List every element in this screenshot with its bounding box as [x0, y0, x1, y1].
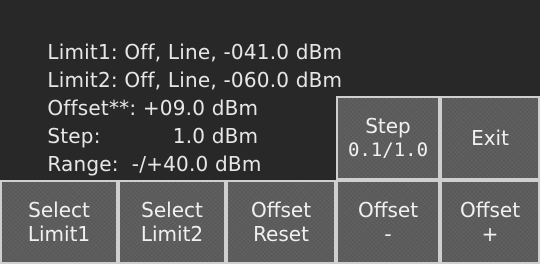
offset-minus-line2: -	[384, 222, 392, 246]
offset-minus-line1: Offset	[357, 198, 419, 222]
limits-settings-screen: Limit1: Off, Line, -041.0 dBm Limit2: Of…	[0, 0, 540, 264]
offset-reset-line2: Reset	[253, 222, 309, 246]
offset-plus-line1: Offset	[459, 198, 521, 222]
select-limit2-line2: Limit2	[140, 222, 204, 246]
offset-minus-button[interactable]: Offset -	[336, 180, 440, 264]
range-label: Range:	[47, 152, 119, 176]
select-limit1-line2: Limit1	[27, 222, 91, 246]
offset-reset-line1: Offset	[250, 198, 312, 222]
select-limit1-button[interactable]: Select Limit1	[0, 180, 118, 264]
limit2-status-line: Limit2: Off, Line, -060.0 dBm	[8, 38, 342, 92]
exit-button-label: Exit	[471, 126, 509, 150]
step-button-line2: 0.1/1.0	[347, 139, 429, 161]
offset-reset-button[interactable]: Offset Reset	[226, 180, 336, 264]
select-limit2-line1: Select	[141, 198, 203, 222]
offset-status-line: Offset**: +09.0 dBm	[8, 66, 258, 120]
step-status-line: Step: 1.0 dBm	[8, 94, 258, 148]
exit-button[interactable]: Exit	[440, 96, 540, 180]
step-button-line1: Step	[365, 114, 411, 138]
offset-plus-line2: +	[481, 222, 499, 246]
range-value: -/+40.0 dBm	[118, 152, 262, 176]
offset-plus-button[interactable]: Offset +	[440, 180, 540, 264]
limit1-status-line: Limit1: Off, Line, -041.0 dBm	[8, 10, 342, 64]
step-toggle-button[interactable]: Step 0.1/1.0	[336, 96, 440, 180]
range-status-line: Range: -/+40.0 dBm	[8, 122, 262, 176]
select-limit2-button[interactable]: Select Limit2	[118, 180, 226, 264]
select-limit1-line1: Select	[28, 198, 90, 222]
